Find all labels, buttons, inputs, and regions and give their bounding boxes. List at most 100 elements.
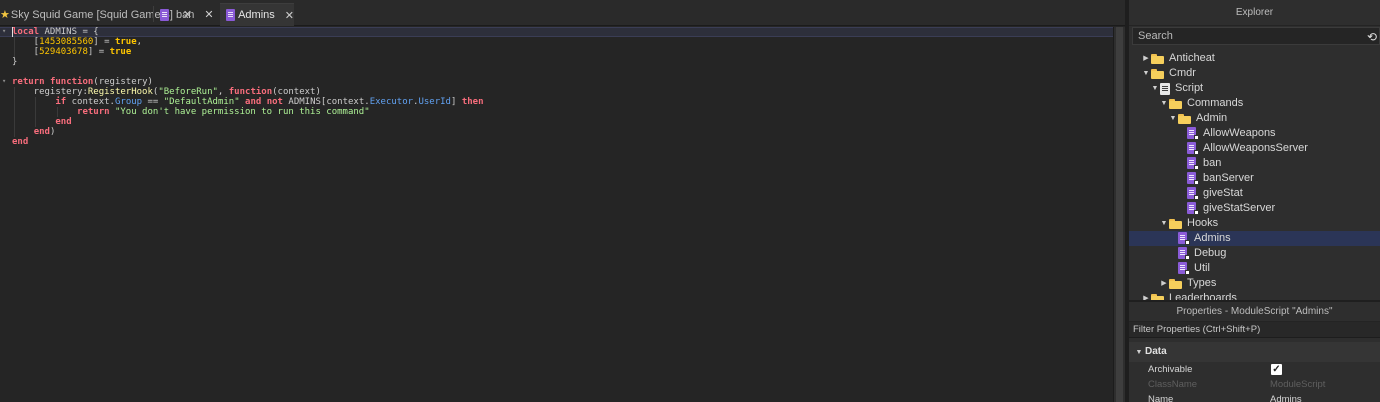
properties-panel: Properties - ModuleScript "Admins" Filte… bbox=[1129, 300, 1380, 402]
current-line-highlight bbox=[0, 27, 1113, 37]
code-token: end bbox=[55, 117, 72, 127]
scrollbar-thumb[interactable] bbox=[1116, 27, 1123, 402]
property-value[interactable]: Admins bbox=[1270, 392, 1302, 402]
property-row-name[interactable]: Name Admins bbox=[1129, 392, 1380, 402]
filter-icon[interactable]: ⟲ bbox=[1367, 29, 1377, 45]
explorer-item-givestatserver[interactable]: giveStatServer bbox=[1129, 201, 1380, 216]
explorer-item-label: giveStat bbox=[1203, 187, 1243, 199]
explorer-item-script[interactable]: ▼ Script bbox=[1129, 81, 1380, 96]
module-badge-icon bbox=[1194, 195, 1199, 200]
tab-sky-squid-game[interactable]: ★ Sky Squid Game [Squid Game 3] ✕ bbox=[0, 3, 192, 26]
explorer-item-commands[interactable]: ▼ Commands bbox=[1129, 96, 1380, 111]
place-star-icon: ★ bbox=[0, 9, 10, 21]
property-row-classname[interactable]: ClassName ModuleScript bbox=[1129, 377, 1380, 392]
explorer-item-label: Script bbox=[1175, 82, 1204, 94]
explorer-item-banserver[interactable]: banServer bbox=[1129, 171, 1380, 186]
code-token: end bbox=[12, 137, 29, 147]
property-row-archivable[interactable]: Archivable ✓ bbox=[1129, 362, 1380, 377]
explorer-item-ban[interactable]: ban bbox=[1129, 156, 1380, 171]
code-token: (registery) bbox=[93, 77, 153, 87]
code-line: end) bbox=[12, 127, 56, 137]
text-cursor bbox=[12, 27, 13, 37]
tab-ban[interactable]: ban ✕ bbox=[160, 3, 218, 26]
code-token: ] bbox=[450, 97, 462, 107]
expand-arrow-icon[interactable]: ▶ bbox=[1141, 51, 1151, 66]
module-script-icon bbox=[1187, 202, 1199, 215]
code-line: } bbox=[12, 57, 17, 67]
collapse-arrow-icon[interactable]: ▼ bbox=[1141, 66, 1151, 81]
collapse-arrow-icon[interactable]: ▼ bbox=[1150, 81, 1160, 96]
explorer-item-label: Hooks bbox=[1187, 217, 1219, 229]
archivable-checkbox[interactable]: ✓ bbox=[1271, 364, 1282, 375]
close-icon[interactable]: ✕ bbox=[204, 8, 213, 21]
code-token: Executor bbox=[369, 97, 414, 107]
module-badge-icon bbox=[1185, 240, 1190, 245]
explorer-item-util[interactable]: Util bbox=[1129, 261, 1380, 276]
code-token: RegisterHook bbox=[87, 87, 153, 97]
expand-arrow-icon[interactable]: ▶ bbox=[1141, 291, 1151, 300]
filter-placeholder: Filter Properties (Ctrl+Shift+P) bbox=[1133, 324, 1261, 335]
code-line: end bbox=[12, 117, 72, 127]
explorer-item-cmdr[interactable]: ▼ Cmdr bbox=[1129, 66, 1380, 81]
code-token: , bbox=[136, 37, 143, 47]
folder-icon bbox=[1169, 218, 1182, 229]
editor-scrollbar[interactable] bbox=[1113, 27, 1125, 402]
explorer-item-allowweapons[interactable]: AllowWeapons bbox=[1129, 126, 1380, 141]
explorer-item-hooks[interactable]: ▼ Hooks bbox=[1129, 216, 1380, 231]
close-icon[interactable]: ✕ bbox=[285, 9, 294, 22]
explorer-item-debug[interactable]: Debug bbox=[1129, 246, 1380, 261]
explorer-item-admin[interactable]: ▼ Admin bbox=[1129, 111, 1380, 126]
explorer-panel: Explorer Search ⟲ ▶ Anticheat ▼ Cmdr ▼ Script… bbox=[1129, 0, 1380, 300]
code-token: ] = bbox=[93, 37, 115, 47]
fold-toggle-icon[interactable]: ▾ bbox=[2, 78, 9, 85]
explorer-item-givestat[interactable]: giveStat bbox=[1129, 186, 1380, 201]
explorer-item-leaderboards[interactable]: ▶ Leaderboards bbox=[1129, 291, 1380, 300]
property-name: Name bbox=[1148, 394, 1174, 402]
code-token: 1453085560 bbox=[39, 37, 94, 47]
folder-icon bbox=[1178, 113, 1191, 124]
tab-admins[interactable]: Admins ✕ bbox=[220, 3, 294, 26]
fold-toggle-icon[interactable]: ▾ bbox=[2, 28, 9, 35]
explorer-search-input[interactable]: Search ⟲ bbox=[1132, 27, 1380, 45]
explorer-title: Explorer bbox=[1129, 0, 1380, 26]
explorer-item-label: Debug bbox=[1194, 247, 1227, 259]
explorer-item-label: giveStatServer bbox=[1203, 202, 1276, 214]
code-token: local bbox=[12, 27, 40, 37]
code-token: Group bbox=[114, 97, 143, 107]
collapse-arrow-icon[interactable]: ▼ bbox=[1159, 216, 1169, 231]
properties-filter-input[interactable]: Filter Properties (Ctrl+Shift+P) bbox=[1129, 322, 1380, 338]
properties-section-data[interactable]: ▼ Data bbox=[1129, 342, 1380, 362]
explorer-item-label: ban bbox=[1203, 157, 1222, 169]
code-line: local ADMINS = { bbox=[12, 27, 99, 37]
code-token: context. bbox=[66, 97, 115, 107]
explorer-item-label: Admin bbox=[1196, 112, 1228, 124]
collapse-arrow-icon[interactable]: ▼ bbox=[1159, 96, 1169, 111]
explorer-item-label: banServer bbox=[1203, 172, 1254, 184]
module-script-icon bbox=[1178, 262, 1190, 275]
expand-arrow-icon[interactable]: ▶ bbox=[1159, 276, 1169, 291]
code-token: ] = bbox=[87, 47, 110, 57]
module-badge-icon bbox=[1194, 135, 1199, 140]
explorer-item-label: AllowWeapons bbox=[1203, 127, 1276, 139]
module-badge-icon bbox=[1185, 255, 1190, 260]
code-token: } bbox=[12, 57, 18, 67]
collapse-arrow-icon[interactable]: ▼ bbox=[1168, 111, 1178, 126]
expand-arrow-icon: ▼ bbox=[1135, 349, 1143, 356]
code-editor[interactable]: ▾ ▾ local ADMINS = { [1453085560] = true… bbox=[0, 27, 1113, 402]
editor-tab-bar: ★ Sky Squid Game [Squid Game 3] ✕ ban ✕ … bbox=[0, 0, 1128, 26]
explorer-item-allowweaponsserver[interactable]: AllowWeaponsServer bbox=[1129, 141, 1380, 156]
explorer-item-types[interactable]: ▶ Types bbox=[1129, 276, 1380, 291]
module-badge-icon bbox=[1194, 165, 1199, 170]
code-token: function bbox=[228, 87, 273, 97]
code-token: [ bbox=[12, 37, 40, 47]
explorer-item-admins[interactable]: Admins bbox=[1129, 231, 1380, 246]
explorer-item-anticheat[interactable]: ▶ Anticheat bbox=[1129, 51, 1380, 66]
code-token: registery: bbox=[12, 87, 88, 97]
module-script-icon bbox=[1178, 232, 1190, 245]
code-line: end bbox=[12, 137, 28, 147]
code-token: end bbox=[33, 127, 50, 137]
property-name: ClassName bbox=[1148, 379, 1198, 390]
